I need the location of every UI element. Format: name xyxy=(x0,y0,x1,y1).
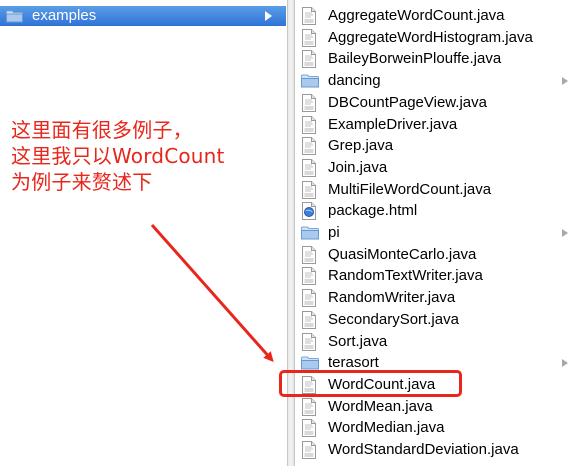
arrow-line xyxy=(150,224,274,362)
annotation-arrow xyxy=(150,224,274,362)
